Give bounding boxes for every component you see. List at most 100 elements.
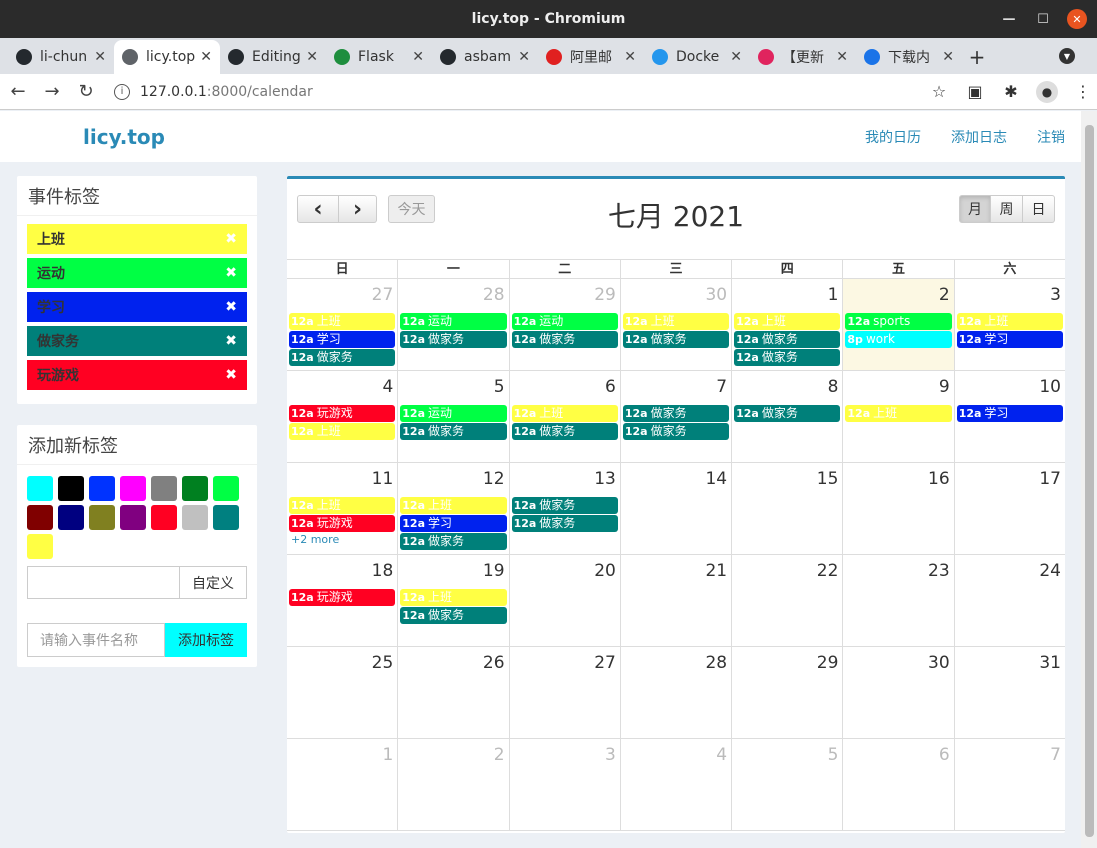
calendar-day[interactable]: 28 12a 运动 12a 做家务 [398,279,510,370]
calendar-event[interactable]: 12a 做家务 [734,405,841,422]
calendar-event[interactable]: 12a 学习 [956,331,1063,348]
info-icon[interactable]: i [114,83,130,100]
calendar-day[interactable]: 23 [843,555,955,646]
calendar-event[interactable]: 12a 做家务 [622,331,730,348]
calendar-event[interactable]: 12a 做家务 [511,515,618,532]
calendar-event[interactable]: 12a 上班 [734,313,841,330]
calendar-event[interactable]: 12a 做家务 [400,607,507,624]
calendar-event[interactable]: 12a 运动 [400,313,507,330]
color-swatch[interactable] [27,534,53,559]
calendar-day[interactable]: 12 12a 上班 12a 学习 12a 做家务 [398,463,510,554]
tab-7[interactable]: 【更新 ✕ [750,40,856,74]
more-events-link[interactable]: +2 more [289,533,395,546]
color-swatch[interactable] [120,505,146,530]
tab-close-icon[interactable]: ✕ [730,49,742,65]
tab-6[interactable]: Docke ✕ [644,40,750,74]
calendar-event[interactable]: 12a 玩游戏 [289,405,396,422]
event-tag[interactable]: 学习 ✖ [27,292,247,322]
calendar-event[interactable]: 12a 玩游戏 [289,515,396,532]
custom-color-button[interactable]: 自定义 [179,567,246,598]
tab-8[interactable]: 下载内 ✕ [856,40,962,74]
remove-tag-icon[interactable]: ✖ [225,299,237,315]
calendar-event[interactable]: 12a sports [845,313,952,330]
color-swatch[interactable] [151,476,177,501]
color-swatch[interactable] [182,505,208,530]
calendar-event[interactable]: 12a 运动 [511,313,618,330]
calendar-event[interactable]: 12a 做家务 [511,497,618,514]
calendar-event[interactable]: 12a 上班 [289,423,396,440]
tab-3[interactable]: Flask ✕ [326,40,432,74]
custom-color-input[interactable] [28,567,179,598]
calendar-event[interactable]: 12a 上班 [622,313,730,330]
calendar-day[interactable]: 11 12a 上班 12a 玩游戏 +2 more [287,463,399,554]
url-input[interactable]: i 127.0.0.1:8000/calendar [114,83,924,100]
tab-close-icon[interactable]: ✕ [518,49,530,65]
color-swatch[interactable] [89,505,115,530]
color-swatch[interactable] [182,476,208,501]
view-button-1[interactable]: 周 [991,195,1023,223]
calendar-day[interactable]: 3 12a 上班 12a 学习 [955,279,1065,370]
calendar-event[interactable]: 12a 上班 [289,497,396,514]
minimize-icon[interactable]: — [999,9,1019,29]
calendar-event[interactable]: 12a 做家务 [400,533,507,550]
scrollbar-thumb[interactable] [1085,125,1094,837]
calendar-day[interactable]: 3 [510,739,621,830]
calendar-day[interactable]: 17 [955,463,1065,554]
tab-close-icon[interactable]: ✕ [306,49,318,65]
back-icon[interactable]: ← [2,76,34,108]
calendar-day[interactable]: 21 [621,555,733,646]
new-tab-icon[interactable]: + [962,40,992,74]
calendar-event[interactable]: 12a 做家务 [511,423,618,440]
calendar-event[interactable]: 8p work [845,331,952,348]
browser-menu-icon[interactable]: ⋮ [1072,81,1094,103]
calendar-day[interactable]: 30 [843,647,955,738]
color-swatch[interactable] [27,505,53,530]
remove-tag-icon[interactable]: ✖ [225,231,237,247]
calendar-day[interactable]: 6 12a 上班 12a 做家务 [510,371,621,462]
calendar-day[interactable]: 2 [398,739,510,830]
tab-search-icon[interactable]: ▼ [1059,48,1075,64]
calendar-day[interactable]: 26 [398,647,510,738]
calendar-day[interactable]: 8 12a 做家务 [732,371,844,462]
calendar-day[interactable]: 1 12a 上班 12a 做家务 12a 做家务 [732,279,844,370]
calendar-day[interactable]: 5 12a 运动 12a 做家务 [398,371,510,462]
color-swatch[interactable] [151,505,177,530]
tab-close-icon[interactable]: ✕ [412,49,424,65]
calendar-event[interactable]: 12a 学习 [289,331,396,348]
page-scrollbar[interactable] [1081,111,1097,848]
calendar-day[interactable]: 2 12a sports 8p work [843,279,955,370]
calendar-event[interactable]: 12a 上班 [845,405,952,422]
calendar-day[interactable]: 25 [287,647,399,738]
reload-icon[interactable]: ↻ [70,76,102,108]
calendar-event[interactable]: 12a 上班 [511,405,618,422]
calendar-event[interactable]: 12a 学习 [956,405,1063,422]
calendar-day[interactable]: 5 [732,739,844,830]
calendar-event[interactable]: 12a 做家务 [622,405,730,422]
view-button-0[interactable]: 月 [959,195,991,223]
event-tag[interactable]: 上班 ✖ [27,224,247,254]
tab-close-icon[interactable]: ✕ [94,49,106,65]
tab-close-icon[interactable]: ✕ [624,49,636,65]
color-swatch[interactable] [58,476,84,501]
nav-link-1[interactable]: 添加日志 [951,127,1007,147]
calendar-day[interactable]: 4 [621,739,733,830]
calendar-event[interactable]: 12a 做家务 [400,423,507,440]
tab-close-icon[interactable]: ✕ [942,49,954,65]
calendar-event[interactable]: 12a 上班 [289,313,396,330]
profile-avatar-icon[interactable]: ● [1036,80,1058,103]
tab-5[interactable]: 阿里邮 ✕ [538,40,644,74]
calendar-day[interactable]: 15 [732,463,844,554]
calendar-event[interactable]: 12a 做家务 [734,349,841,366]
calendar-day[interactable]: 27 12a 上班 12a 学习 12a 做家务 [287,279,399,370]
calendar-day[interactable]: 19 12a 上班 12a 做家务 [398,555,510,646]
calendar-event[interactable]: 12a 上班 [400,497,507,514]
calendar-day[interactable]: 29 [732,647,844,738]
calendar-day[interactable]: 22 [732,555,844,646]
tab-4[interactable]: asbam ✕ [432,40,538,74]
color-swatch[interactable] [89,476,115,501]
remove-tag-icon[interactable]: ✖ [225,265,237,281]
forward-icon[interactable]: → [36,76,68,108]
color-swatch[interactable] [213,505,239,530]
tab-close-icon[interactable]: ✕ [836,49,848,65]
event-name-input[interactable]: 请输入事件名称 [27,623,165,657]
